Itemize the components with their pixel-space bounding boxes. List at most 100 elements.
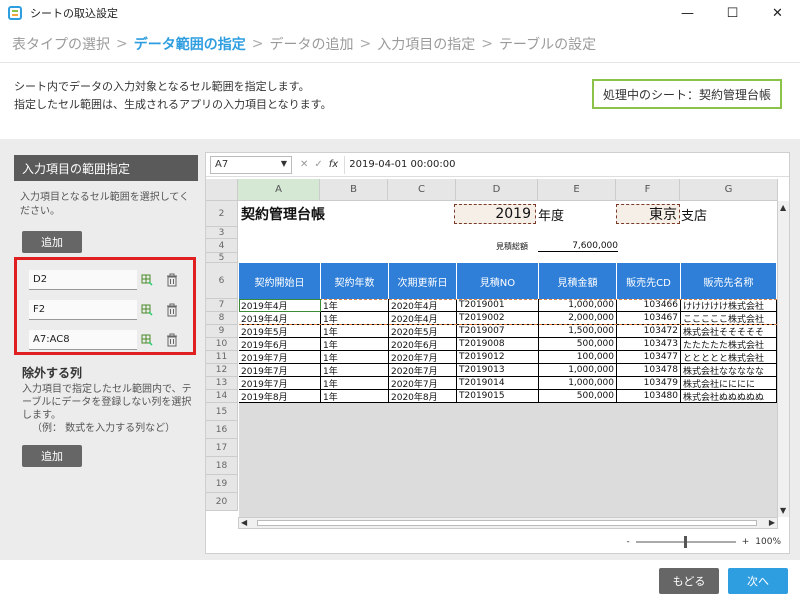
table-cell[interactable]: 2019年8月: [239, 390, 321, 403]
table-cell[interactable]: 1年: [321, 325, 389, 338]
table-cell[interactable]: 1,000,000: [539, 299, 617, 312]
table-cell[interactable]: 103472: [617, 325, 681, 338]
table-cell[interactable]: 株式会社ななななな: [681, 364, 777, 377]
table-cell[interactable]: 103466: [617, 299, 681, 312]
table-cell[interactable]: たたたたた株式会社: [681, 338, 777, 351]
table-cell[interactable]: 1,000,000: [539, 364, 617, 377]
table-cell[interactable]: 1年: [321, 351, 389, 364]
back-button[interactable]: もどる: [659, 568, 719, 594]
range-select-icon[interactable]: [141, 304, 153, 316]
row-header[interactable]: 17: [206, 439, 238, 457]
range-field[interactable]: D2: [29, 270, 137, 290]
zoom-slider[interactable]: [635, 536, 736, 548]
row-header[interactable]: 19: [206, 475, 238, 493]
table-cell[interactable]: 株式会社にににに: [681, 377, 777, 390]
table-cell[interactable]: 2019年4月: [239, 312, 321, 325]
scroll-left-icon[interactable]: ◀: [241, 518, 247, 527]
range-select-icon[interactable]: [141, 274, 153, 286]
scroll-right-icon[interactable]: ▶: [769, 518, 775, 527]
row-header[interactable]: 6: [206, 263, 238, 299]
table-cell[interactable]: 500,000: [539, 338, 617, 351]
row-header[interactable]: 13: [206, 377, 238, 390]
row-header[interactable]: 10: [206, 338, 238, 351]
column-header-a[interactable]: A: [238, 179, 320, 201]
maximize-button[interactable]: ☐: [710, 0, 755, 26]
table-cell[interactable]: 1,000,000: [539, 377, 617, 390]
year-cell[interactable]: 2019: [454, 204, 536, 224]
add-range-button[interactable]: 追加: [22, 231, 82, 253]
horizontal-scrollbar[interactable]: ◀ ▶: [238, 517, 778, 529]
table-cell[interactable]: T2019012: [457, 351, 539, 364]
table-cell[interactable]: 2020年6月: [389, 338, 457, 351]
table-cell[interactable]: 103478: [617, 364, 681, 377]
table-cell[interactable]: 1年: [321, 364, 389, 377]
table-cell[interactable]: 2020年4月: [389, 312, 457, 325]
table-cell[interactable]: 2019年7月: [239, 364, 321, 377]
column-header-f[interactable]: F: [616, 179, 680, 201]
table-cell[interactable]: T2019007: [457, 325, 539, 338]
row-header[interactable]: 9: [206, 325, 238, 338]
range-field[interactable]: A7:AC8: [29, 330, 137, 350]
table-cell[interactable]: 103479: [617, 377, 681, 390]
table-cell[interactable]: T2019015: [457, 390, 539, 403]
table-cell[interactable]: 2020年7月: [389, 377, 457, 390]
table-cell[interactable]: T2019014: [457, 377, 539, 390]
table-cell[interactable]: けけけけけ株式会社: [681, 299, 777, 312]
cancel-icon[interactable]: ✕: [300, 159, 308, 170]
trash-icon[interactable]: [165, 303, 179, 317]
scroll-thumb[interactable]: [257, 520, 757, 526]
table-cell[interactable]: 2020年4月: [389, 299, 457, 312]
row-header[interactable]: 2: [206, 201, 238, 227]
table-cell[interactable]: 2019年5月: [239, 325, 321, 338]
row-header[interactable]: 7: [206, 299, 238, 312]
table-cell[interactable]: 1年: [321, 377, 389, 390]
table-cell[interactable]: 1,500,000: [539, 325, 617, 338]
row-header[interactable]: 16: [206, 421, 238, 439]
column-header-b[interactable]: B: [320, 179, 388, 201]
branch-cell[interactable]: 東京: [616, 204, 680, 224]
table-cell[interactable]: 株式会社ぬぬぬぬぬ: [681, 390, 777, 403]
column-header-g[interactable]: G: [680, 179, 778, 201]
column-header-d[interactable]: D: [456, 179, 538, 201]
row-header[interactable]: 12: [206, 364, 238, 377]
scroll-up-icon[interactable]: ▲: [780, 203, 786, 212]
table-cell[interactable]: 1年: [321, 299, 389, 312]
table-cell[interactable]: 2,000,000: [539, 312, 617, 325]
table-cell[interactable]: 2019年6月: [239, 338, 321, 351]
table-cell[interactable]: 1年: [321, 338, 389, 351]
table-cell[interactable]: 株式会社そそそそそ: [681, 325, 777, 338]
scroll-down-icon[interactable]: ▼: [780, 506, 786, 515]
table-cell[interactable]: 103473: [617, 338, 681, 351]
row-header[interactable]: 4: [206, 239, 238, 253]
column-header-c[interactable]: C: [388, 179, 456, 201]
row-header[interactable]: 11: [206, 351, 238, 364]
table-cell[interactable]: 1年: [321, 312, 389, 325]
check-icon[interactable]: ✓: [314, 159, 322, 170]
table-cell[interactable]: 103480: [617, 390, 681, 403]
table-cell[interactable]: ととととと株式会社: [681, 351, 777, 364]
close-button[interactable]: ✕: [755, 0, 800, 26]
table-cell[interactable]: 500,000: [539, 390, 617, 403]
table-cell[interactable]: 2019年7月: [239, 377, 321, 390]
table-cell[interactable]: こここここ株式会社: [681, 312, 777, 325]
table-cell[interactable]: 1年: [321, 390, 389, 403]
formula-input[interactable]: 2019-04-01 00:00:00: [344, 155, 789, 174]
table-cell[interactable]: T2019002: [457, 312, 539, 325]
row-header[interactable]: 18: [206, 457, 238, 475]
minimize-button[interactable]: —: [665, 0, 710, 26]
table-cell[interactable]: 2020年7月: [389, 351, 457, 364]
row-header[interactable]: 3: [206, 227, 238, 239]
table-cell[interactable]: 2020年8月: [389, 390, 457, 403]
table-cell[interactable]: 2019年7月: [239, 351, 321, 364]
column-header-e[interactable]: E: [538, 179, 616, 201]
name-box[interactable]: A7 ▼: [210, 155, 292, 174]
table-cell[interactable]: T2019008: [457, 338, 539, 351]
trash-icon[interactable]: [165, 273, 179, 287]
table-cell[interactable]: 2020年7月: [389, 364, 457, 377]
table-cell[interactable]: T2019013: [457, 364, 539, 377]
next-button[interactable]: 次へ: [728, 568, 788, 594]
zoom-thumb[interactable]: [683, 536, 687, 548]
row-header[interactable]: 14: [206, 390, 238, 403]
range-select-icon[interactable]: [141, 334, 153, 346]
zoom-out-button[interactable]: -: [626, 537, 629, 547]
